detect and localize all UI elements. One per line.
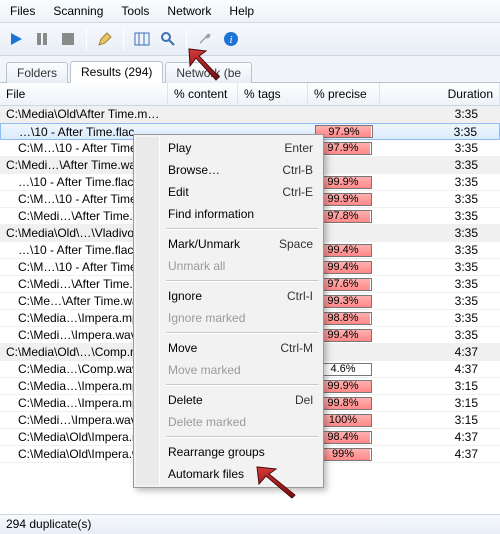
menu-item-label: Automark files xyxy=(168,467,313,481)
menu-item-shortcut: Space xyxy=(279,237,313,251)
status-text: 294 duplicate(s) xyxy=(6,517,91,531)
menubar: Files Scanning Tools Network Help xyxy=(0,0,500,23)
columns-icon[interactable] xyxy=(130,27,154,51)
menu-item-label: Delete xyxy=(168,393,295,407)
duration-cell: 3:15 xyxy=(378,396,500,410)
duration-cell: 3:35 xyxy=(380,226,500,240)
menu-separator xyxy=(166,436,319,438)
duration-cell: 4:37 xyxy=(380,345,500,359)
duration-cell: 3:35 xyxy=(378,141,500,155)
toolbar: i xyxy=(0,23,500,56)
menu-item-label: Unmark all xyxy=(168,259,313,273)
menu-item-label: Ignore xyxy=(168,289,287,303)
duration-cell: 3:35 xyxy=(378,311,500,325)
menu-item-delete-marked: Delete marked xyxy=(136,411,321,433)
menu-item-play[interactable]: Play Enter xyxy=(136,137,321,159)
menu-item-delete[interactable]: Delete Del xyxy=(136,389,321,411)
menu-separator xyxy=(166,332,319,334)
context-menu: Play Enter Browse… Ctrl-B Edit Ctrl-E Fi… xyxy=(133,134,324,488)
column-tags[interactable]: % tags xyxy=(238,83,308,105)
menu-item-unmark-all: Unmark all xyxy=(136,255,321,277)
menu-item-label: Edit xyxy=(168,185,282,199)
menu-item-shortcut: Ctrl-E xyxy=(282,185,313,199)
duration-cell: 4:37 xyxy=(378,362,500,376)
stop-icon[interactable] xyxy=(56,27,80,51)
menu-item-label: Find information xyxy=(168,207,313,221)
duration-cell: 3:35 xyxy=(378,175,500,189)
info-icon[interactable]: i xyxy=(219,27,243,51)
menu-files[interactable]: Files xyxy=(8,3,37,19)
tab-results[interactable]: Results (294) xyxy=(70,61,163,83)
duration-cell: 3:35 xyxy=(378,328,500,342)
menu-item-label: Play xyxy=(168,141,284,155)
pause-icon[interactable] xyxy=(30,27,54,51)
tab-folders[interactable]: Folders xyxy=(6,62,68,83)
duration-cell: 3:35 xyxy=(380,107,500,121)
statusbar: 294 duplicate(s) xyxy=(0,514,500,534)
menu-item-label: Delete marked xyxy=(168,415,313,429)
menu-item-label: Move xyxy=(168,341,280,355)
menu-item-move-marked: Move marked xyxy=(136,359,321,381)
wrench-icon[interactable] xyxy=(193,27,217,51)
menu-item-shortcut: Enter xyxy=(284,141,313,155)
duration-cell: 3:35 xyxy=(378,209,500,223)
menu-item-automark-files[interactable]: Automark files xyxy=(136,463,321,485)
menu-tools[interactable]: Tools xyxy=(119,3,151,19)
menu-network[interactable]: Network xyxy=(165,3,213,19)
duration-cell: 3:35 xyxy=(380,158,500,172)
menu-item-label: Browse… xyxy=(168,163,282,177)
tabstrip: Folders Results (294) Network (be xyxy=(0,56,500,83)
menu-item-shortcut: Ctrl-M xyxy=(280,341,313,355)
duration-cell: 3:15 xyxy=(378,413,500,427)
menu-item-label: Move marked xyxy=(168,363,313,377)
duration-cell: 3:35 xyxy=(379,125,499,139)
menu-separator xyxy=(166,280,319,282)
menu-help[interactable]: Help xyxy=(227,3,256,19)
play-icon[interactable] xyxy=(4,27,28,51)
duration-cell: 4:37 xyxy=(378,447,500,461)
menu-item-rearrange-groups[interactable]: Rearrange groups xyxy=(136,441,321,463)
menu-item-mark-unmark[interactable]: Mark/Unmark Space xyxy=(136,233,321,255)
menu-item-ignore-marked: Ignore marked xyxy=(136,307,321,329)
menu-item-shortcut: Ctrl-B xyxy=(282,163,313,177)
magnifier-icon[interactable] xyxy=(156,27,180,51)
column-header: File % content % tags % precise Duration xyxy=(0,83,500,106)
duration-cell: 3:35 xyxy=(378,243,500,257)
menu-item-shortcut: Ctrl-I xyxy=(287,289,313,303)
column-duration[interactable]: Duration xyxy=(380,83,500,105)
filename-cell: C:\Media\Old\After Time.mp… xyxy=(0,107,168,121)
column-content[interactable]: % content xyxy=(168,83,238,105)
table-group-row[interactable]: C:\Media\Old\After Time.mp… 3:35 xyxy=(0,106,500,123)
column-file[interactable]: File xyxy=(0,83,168,105)
menu-item-browse-[interactable]: Browse… Ctrl-B xyxy=(136,159,321,181)
menu-item-shortcut: Del xyxy=(295,393,313,407)
duration-cell: 3:35 xyxy=(378,277,500,291)
tab-network[interactable]: Network (be xyxy=(165,62,252,83)
menu-item-label: Ignore marked xyxy=(168,311,313,325)
duration-cell: 3:35 xyxy=(378,260,500,274)
menu-item-edit[interactable]: Edit Ctrl-E xyxy=(136,181,321,203)
duration-cell: 3:35 xyxy=(378,294,500,308)
menu-separator xyxy=(166,228,319,230)
menu-item-move[interactable]: Move Ctrl-M xyxy=(136,337,321,359)
menu-item-label: Rearrange groups xyxy=(168,445,313,459)
menu-scanning[interactable]: Scanning xyxy=(51,3,105,19)
menu-item-ignore[interactable]: Ignore Ctrl-I xyxy=(136,285,321,307)
column-precise[interactable]: % precise xyxy=(308,83,380,105)
svg-text:i: i xyxy=(229,34,232,46)
menu-separator xyxy=(166,384,319,386)
menu-item-find-information[interactable]: Find information xyxy=(136,203,321,225)
pencil-icon[interactable] xyxy=(93,27,117,51)
duration-cell: 3:35 xyxy=(378,192,500,206)
duration-cell: 4:37 xyxy=(378,430,500,444)
duration-cell: 3:15 xyxy=(378,379,500,393)
menu-item-label: Mark/Unmark xyxy=(168,237,279,251)
